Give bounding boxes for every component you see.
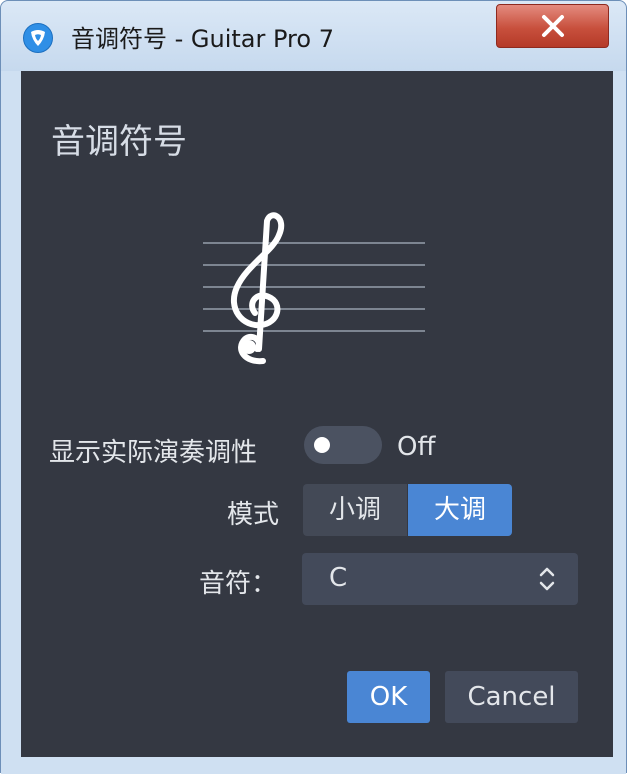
treble-clef-icon	[230, 212, 285, 365]
note-label: 音符：	[199, 569, 278, 599]
dialog-window: 音调符号 - Guitar Pro 7 音调符号 显示实际演奏调性 Off 模式…	[0, 0, 627, 774]
note-select-value: C	[329, 563, 348, 593]
window-frame-bottom	[1, 757, 626, 774]
ok-button[interactable]: OK	[347, 671, 430, 723]
note-select[interactable]: C	[302, 553, 578, 605]
close-icon	[542, 15, 564, 37]
window-title: 音调符号 - Guitar Pro 7	[71, 25, 334, 53]
app-icon	[23, 23, 53, 53]
toggle-state-label: Off	[397, 432, 436, 462]
show-actual-key-label: 显示实际演奏调性	[49, 438, 258, 468]
cancel-button[interactable]: Cancel	[445, 671, 578, 723]
staff-preview	[203, 212, 425, 365]
pick-icon	[31, 30, 45, 46]
dialog-content: 音调符号 显示实际演奏调性 Off 模式 小调 大调 音符： C OK Canc…	[21, 71, 613, 757]
mode-major-button[interactable]: 大调	[408, 484, 512, 536]
close-button[interactable]	[496, 4, 609, 48]
show-actual-key-toggle[interactable]	[304, 426, 382, 464]
title-bar[interactable]: 音调符号 - Guitar Pro 7	[1, 1, 626, 71]
toggle-knob	[314, 437, 330, 453]
mode-minor-button[interactable]: 小调	[303, 484, 407, 536]
dialog-heading: 音调符号	[51, 122, 187, 162]
mode-label: 模式	[227, 500, 280, 530]
updown-chevron-icon	[539, 567, 555, 591]
